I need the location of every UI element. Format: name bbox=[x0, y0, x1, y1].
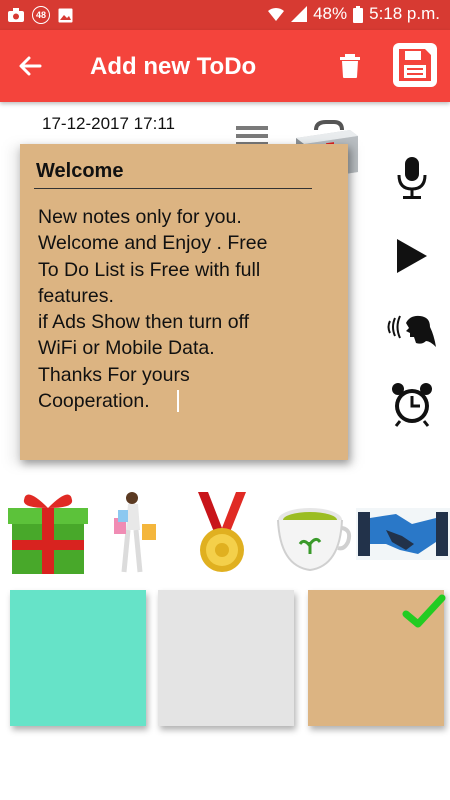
delete-button[interactable] bbox=[336, 50, 364, 82]
play-icon bbox=[397, 239, 427, 273]
microphone-icon bbox=[397, 157, 427, 199]
note-title[interactable]: Welcome bbox=[36, 160, 123, 183]
battery-icon bbox=[353, 5, 364, 23]
shopping-woman-icon bbox=[114, 492, 156, 573]
text-to-speech-button[interactable] bbox=[386, 304, 438, 356]
tea-cup-icon bbox=[277, 508, 352, 572]
alarm-button[interactable] bbox=[386, 378, 438, 430]
voice-input-button[interactable] bbox=[386, 152, 438, 204]
shopping-woman-sticker[interactable] bbox=[106, 490, 160, 576]
handshake-icon bbox=[356, 508, 450, 560]
gift-sticker[interactable] bbox=[6, 490, 90, 576]
speak-icon bbox=[387, 315, 436, 347]
trash-icon bbox=[340, 54, 360, 78]
floppy-disk-icon bbox=[399, 49, 431, 81]
signal-icon bbox=[291, 6, 308, 22]
note-body-input[interactable]: New notes only for you. Welcome and Enjo… bbox=[38, 204, 338, 414]
clock-time: 5:18 p.m. bbox=[369, 4, 440, 23]
status-bar: 48 48% 5:18 p.m. bbox=[0, 0, 450, 30]
note-paper[interactable]: Welcome New notes only for you. Welcome … bbox=[20, 144, 348, 460]
app-bar: Add new ToDo bbox=[0, 30, 450, 102]
page-title: Add new ToDo bbox=[90, 53, 257, 80]
medal-icon bbox=[198, 492, 246, 572]
save-button[interactable] bbox=[393, 43, 437, 87]
battery-percent: 48% bbox=[313, 4, 348, 23]
title-divider bbox=[34, 188, 312, 189]
play-button[interactable] bbox=[386, 230, 438, 282]
notification-count-badge: 48 bbox=[32, 6, 50, 24]
selected-check-icon bbox=[402, 594, 446, 628]
color-option-mint[interactable] bbox=[10, 590, 146, 726]
tea-cup-sticker[interactable] bbox=[274, 490, 352, 576]
back-button[interactable] bbox=[14, 50, 46, 82]
handshake-sticker[interactable] bbox=[356, 490, 450, 576]
wifi-icon bbox=[268, 7, 285, 21]
camera-icon bbox=[8, 8, 24, 22]
note-date: 17-12-2017 17:11 bbox=[42, 114, 175, 133]
text-cursor bbox=[177, 390, 179, 412]
color-option-light-gray[interactable] bbox=[158, 590, 294, 726]
image-icon bbox=[58, 8, 73, 22]
medal-sticker[interactable] bbox=[190, 490, 254, 576]
gift-icon bbox=[8, 494, 88, 574]
alarm-clock-icon bbox=[392, 383, 432, 427]
arrow-left-icon bbox=[19, 56, 42, 76]
